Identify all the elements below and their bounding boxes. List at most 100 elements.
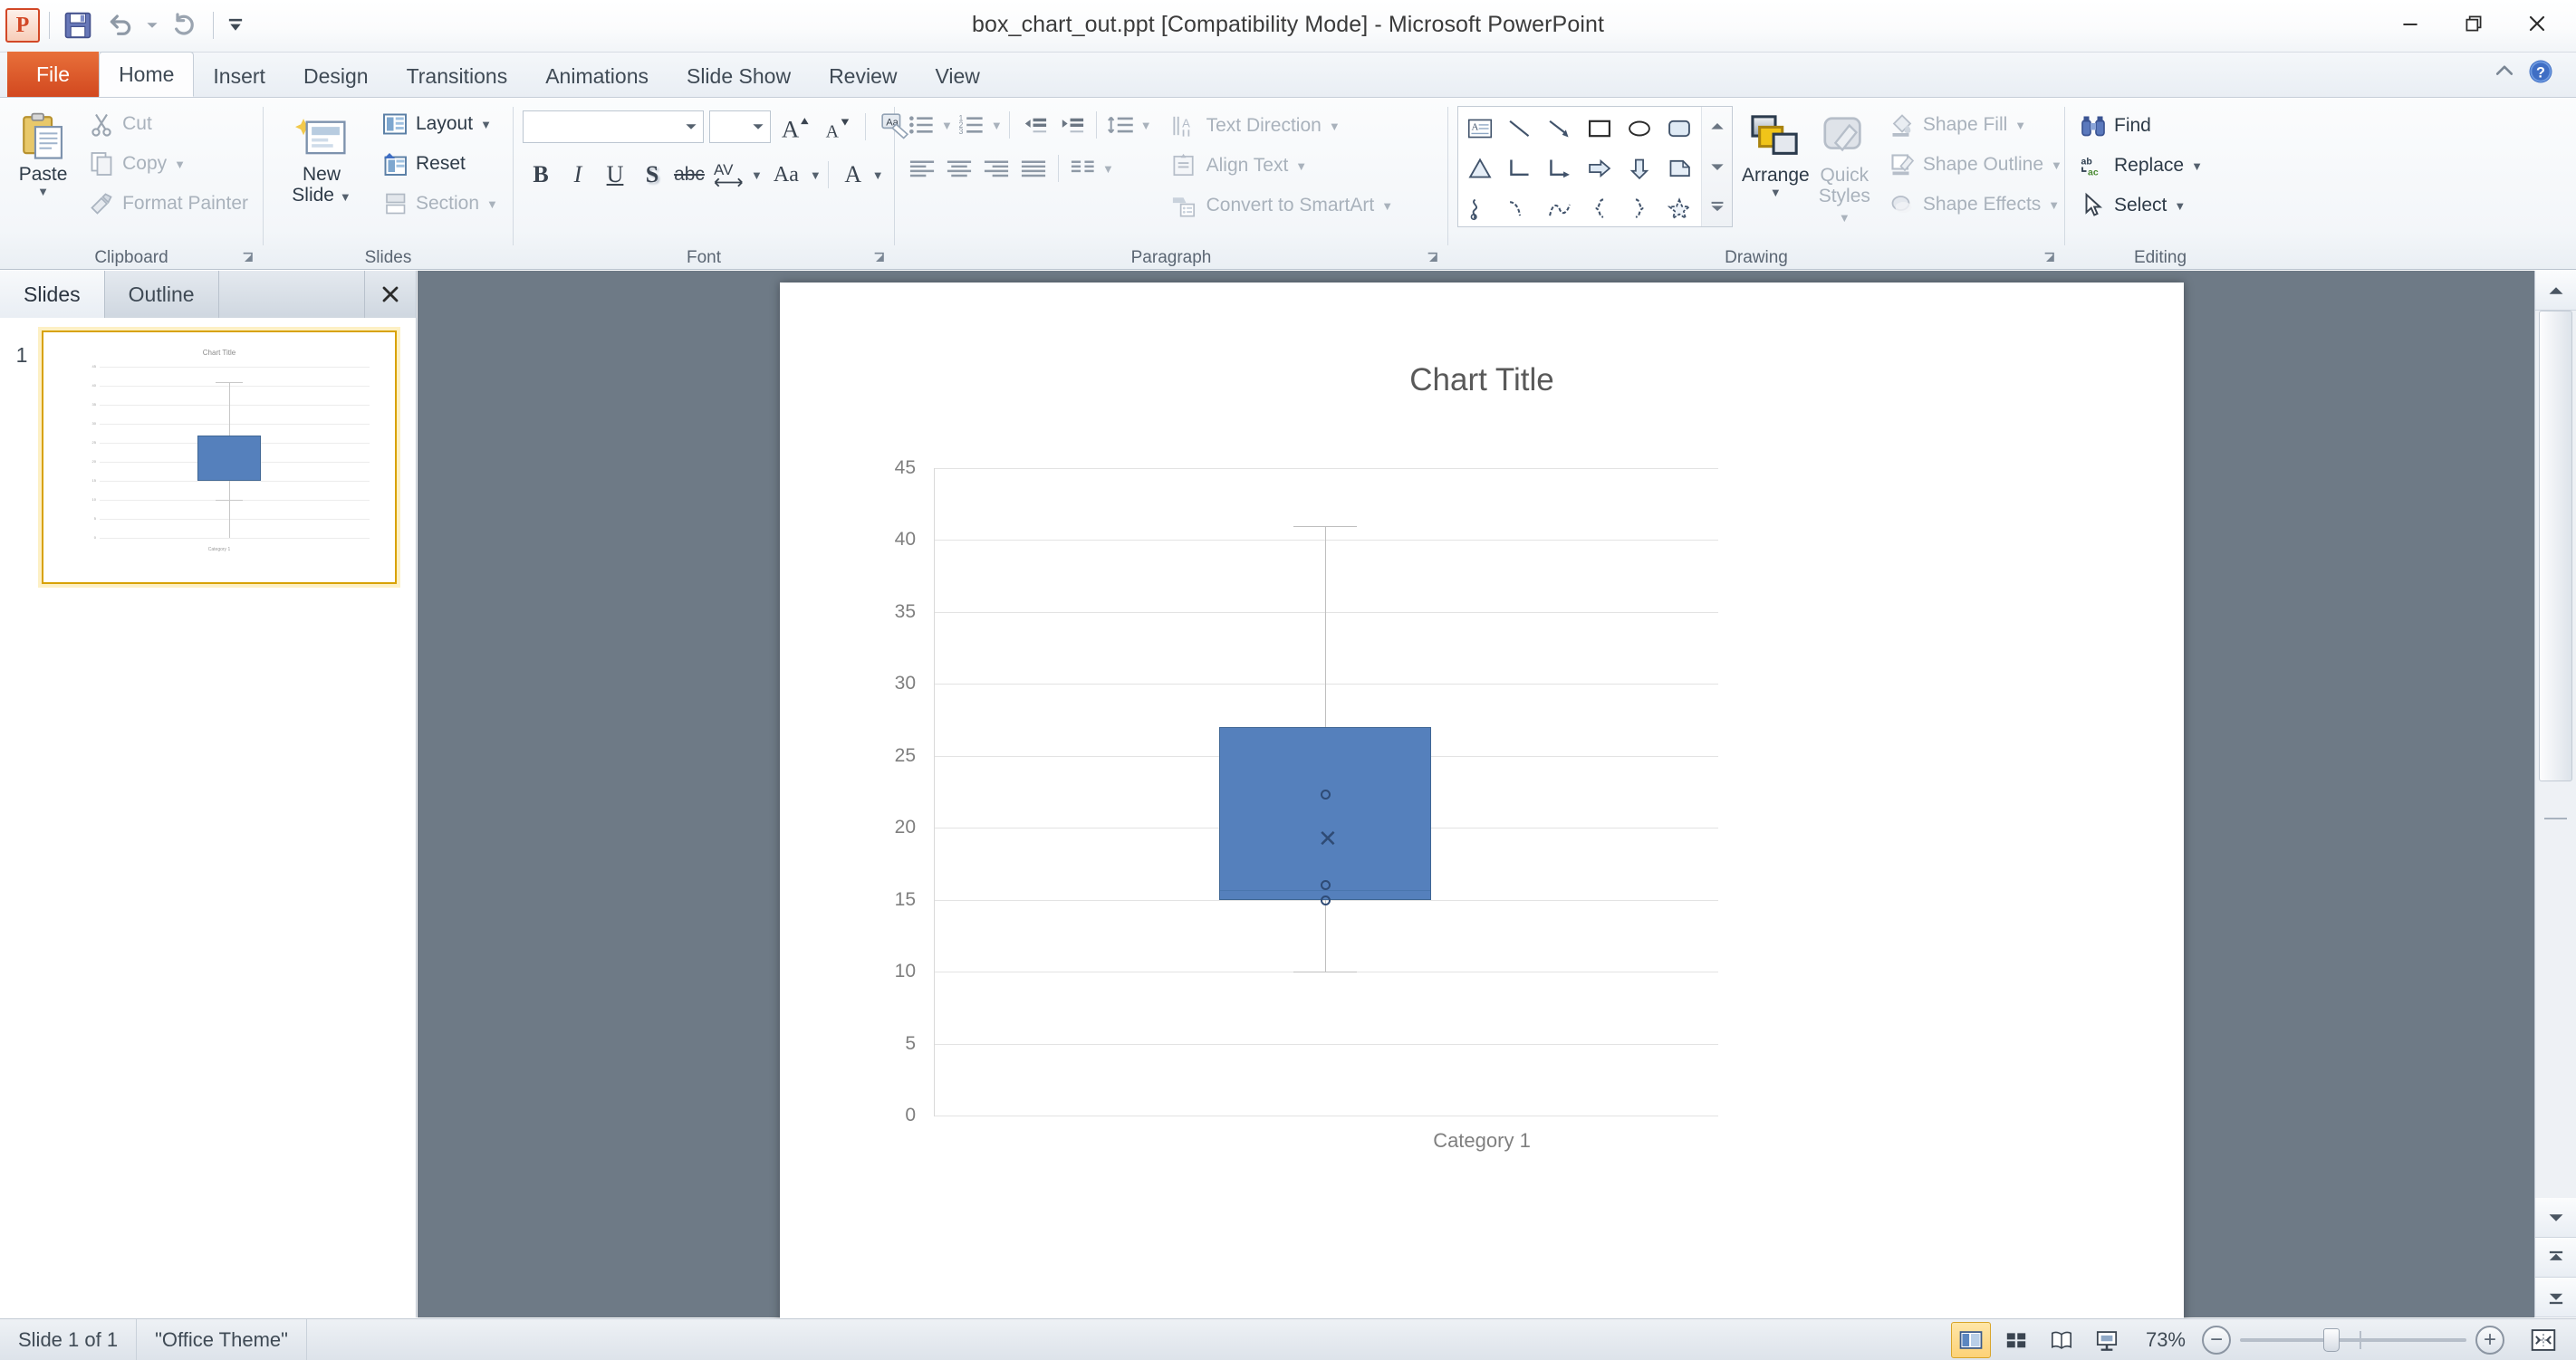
tab-outline[interactable]: Outline	[105, 271, 219, 318]
align-left-button[interactable]	[904, 150, 940, 187]
align-right-button[interactable]	[978, 150, 1014, 187]
box-chart[interactable]: Chart Title 45 40 35 30 25 20 15 10 5 0	[780, 283, 2184, 1336]
format-painter-button[interactable]: Format Painter	[82, 185, 254, 223]
font-size-input[interactable]	[709, 110, 771, 143]
increase-font-size-button[interactable]: A	[776, 109, 812, 145]
chevron-down-icon[interactable]: ▼	[1140, 120, 1152, 131]
shape-outline-button[interactable]: Shape Outline ▼	[1883, 146, 2068, 184]
slide-counter[interactable]: Slide 1 of 1	[0, 1318, 138, 1360]
chevron-down-icon[interactable]: ▼	[2048, 199, 2060, 211]
replace-button[interactable]: ab ac Replace ▼	[2074, 147, 2208, 185]
zoom-in-button[interactable]: +	[2475, 1325, 2504, 1355]
decrease-font-size-button[interactable]: A	[818, 109, 854, 145]
bullets-button[interactable]	[904, 107, 940, 143]
bold-button[interactable]: B	[523, 157, 559, 193]
rectangle-icon[interactable]	[1580, 109, 1620, 148]
chevron-down-icon[interactable]: ▼	[991, 120, 1003, 131]
align-text-button[interactable]: Align Text ▼	[1165, 147, 1399, 185]
arrow-icon[interactable]	[1540, 109, 1580, 148]
shape-effects-button[interactable]: Shape Effects ▼	[1883, 186, 2068, 224]
text-box-icon[interactable]: A	[1460, 109, 1500, 148]
chevron-down-icon[interactable]: ▼	[941, 120, 953, 131]
minimize-icon[interactable]	[2379, 2, 2442, 45]
find-button[interactable]: Find	[2074, 107, 2208, 145]
theme-name[interactable]: "Office Theme"	[137, 1318, 307, 1360]
chevron-down-icon[interactable]: ▼	[810, 169, 822, 181]
normal-view-button[interactable]	[1950, 1321, 1991, 1358]
tab-view[interactable]: View	[916, 55, 998, 97]
data-point-marker[interactable]	[1321, 895, 1331, 905]
elbow-arrow-connector-icon[interactable]	[1540, 148, 1580, 188]
numbering-button[interactable]: 123	[954, 107, 990, 143]
fit-slide-to-window-button[interactable]	[2523, 1322, 2563, 1358]
decrease-list-level-button[interactable]	[1016, 107, 1053, 143]
right-brace-icon[interactable]	[1620, 188, 1659, 228]
chevron-down-icon[interactable]: ▼	[751, 169, 763, 181]
minimize-ribbon-icon[interactable]	[2493, 60, 2516, 88]
help-icon[interactable]: ?	[2527, 58, 2554, 90]
zoom-percent[interactable]: 73%	[2129, 1328, 2202, 1352]
line-icon[interactable]	[1500, 109, 1540, 148]
align-center-button[interactable]	[941, 150, 977, 187]
select-button[interactable]: Select ▼	[2074, 187, 2208, 225]
next-slide-icon[interactable]	[2535, 1278, 2576, 1317]
tab-design[interactable]: Design	[284, 55, 388, 97]
scroll-up-icon[interactable]	[2535, 271, 2576, 311]
text-direction-button[interactable]: A Text Direction ▼	[1165, 107, 1399, 145]
shapes-gallery[interactable]: A	[1457, 106, 1733, 227]
scroll-down-icon[interactable]	[2535, 1198, 2576, 1238]
new-slide-button[interactable]: New Slide ▼	[273, 105, 370, 206]
right-arrow-icon[interactable]	[1580, 148, 1620, 188]
freeform-icon[interactable]	[1540, 188, 1580, 228]
section-button[interactable]: Section ▼	[376, 185, 504, 223]
restore-icon[interactable]	[2442, 2, 2505, 45]
chevron-down-icon[interactable]: ▼	[480, 119, 492, 130]
zoom-slider-track[interactable]	[2240, 1327, 2466, 1352]
slide-thumbnail-1[interactable]: Chart Title 45 40 35 30 25 20 15 10 5 0 …	[42, 330, 397, 584]
increase-list-level-button[interactable]	[1053, 107, 1090, 143]
zoom-out-button[interactable]: −	[2202, 1325, 2231, 1355]
arrange-button[interactable]: Arrange ▼	[1742, 106, 1810, 198]
tab-slide-show[interactable]: Slide Show	[668, 55, 810, 97]
box-body[interactable]	[1219, 727, 1431, 900]
curve-icon[interactable]	[1500, 188, 1540, 228]
chevron-down-icon[interactable]: ▼	[1381, 200, 1393, 212]
character-spacing-button[interactable]: AV	[708, 157, 750, 193]
tab-animations[interactable]: Animations	[526, 55, 668, 97]
copy-button[interactable]: Copy ▼	[82, 145, 254, 183]
cut-button[interactable]: Cut	[82, 105, 254, 143]
line-spacing-button[interactable]	[1103, 107, 1139, 143]
chevron-down-icon[interactable]: ▼	[1770, 187, 1782, 198]
shapes-more-icon[interactable]	[1702, 187, 1732, 226]
drawing-dialog-launcher[interactable]	[2041, 249, 2059, 267]
oval-icon[interactable]	[1620, 109, 1659, 148]
vertical-scrollbar[interactable]	[2534, 271, 2576, 1317]
chevron-down-icon[interactable]: ▼	[1839, 211, 1850, 225]
scrollbar-track[interactable]	[2535, 311, 2576, 1198]
layout-button[interactable]: Layout ▼	[376, 105, 504, 143]
paste-button[interactable]: Paste ▼	[9, 105, 77, 197]
chevron-down-icon[interactable]: ▼	[37, 186, 49, 197]
triangle-icon[interactable]	[1460, 148, 1500, 188]
chevron-down-icon[interactable]: ▼	[486, 198, 498, 210]
slide-sorter-view-button[interactable]	[1996, 1322, 2036, 1358]
scroll-down-icon[interactable]	[1702, 147, 1732, 187]
zoom-slider-thumb[interactable]	[2323, 1327, 2340, 1352]
close-pane-icon[interactable]	[365, 271, 416, 318]
tab-review[interactable]: Review	[810, 55, 916, 97]
chevron-down-icon[interactable]: ▼	[2174, 200, 2186, 212]
font-name-input[interactable]	[523, 110, 704, 143]
convert-to-smartart-button[interactable]: Convert to SmartArt ▼	[1165, 187, 1399, 225]
zoom-slider[interactable]: − +	[2202, 1325, 2521, 1355]
chevron-down-icon[interactable]: ▼	[2191, 160, 2203, 172]
flowchart-shape-icon[interactable]	[1659, 148, 1699, 188]
chevron-down-icon[interactable]: ▼	[1295, 160, 1307, 172]
chart-title[interactable]: Chart Title	[780, 362, 2184, 398]
scribble-icon[interactable]	[1460, 188, 1500, 228]
strikethrough-button[interactable]: abc	[671, 157, 707, 193]
tab-home[interactable]: Home	[99, 52, 195, 97]
chevron-down-icon[interactable]: ▼	[872, 169, 884, 181]
chevron-down-icon[interactable]: ▼	[174, 158, 186, 170]
data-point-marker[interactable]	[1321, 880, 1331, 890]
star-icon[interactable]	[1659, 188, 1699, 228]
